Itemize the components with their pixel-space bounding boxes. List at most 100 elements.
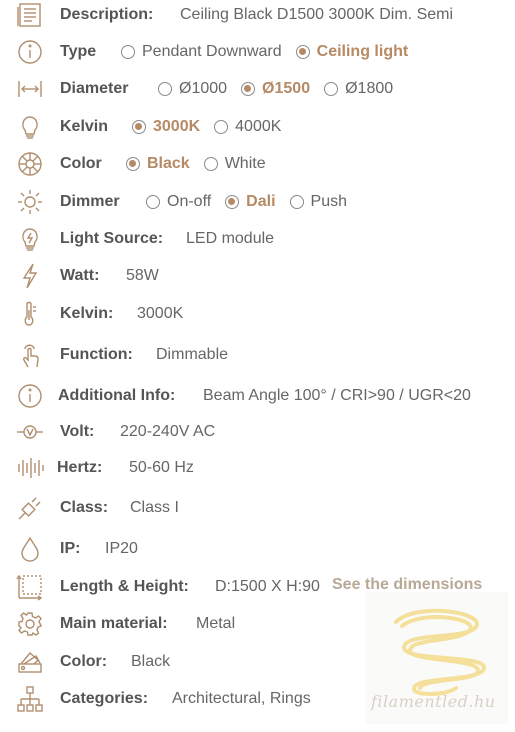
label-watt: Watt: — [60, 267, 100, 284]
option-4000k[interactable]: 4000K — [214, 118, 281, 136]
option-label: Ø1000 — [179, 80, 228, 97]
lightning-icon — [14, 261, 46, 291]
option-label: On-off — [167, 193, 212, 210]
type-options: Pendant Downward Ceiling light — [121, 43, 408, 61]
row-light-source: Light Source: LED module — [0, 224, 515, 254]
option-label: Black — [147, 155, 190, 172]
label-description: Description: — [60, 6, 154, 23]
radio-3000k[interactable] — [132, 120, 146, 134]
value-length-height: D:1500 X H:90 — [215, 578, 320, 595]
sitemap-icon — [14, 684, 46, 714]
option-black[interactable]: Black — [126, 155, 190, 173]
radio-d1500[interactable] — [241, 82, 256, 96]
row-color-options: Color Black White — [0, 149, 515, 179]
voltmeter-icon — [14, 417, 46, 447]
document-icon — [14, 0, 46, 30]
dimensions-icon — [14, 572, 46, 602]
label-additional-info: Additional Info: — [58, 387, 176, 404]
option-push[interactable]: Push — [289, 193, 347, 211]
option-dali[interactable]: Dali — [225, 193, 276, 211]
radio-ceiling-light[interactable] — [295, 45, 310, 59]
value-main-material: Metal — [196, 615, 236, 632]
label-dimmer: Dimmer — [60, 193, 120, 210]
radio-black[interactable] — [126, 157, 140, 171]
row-diameter: Diameter Ø1000 Ø1500 Ø1800 — [0, 74, 515, 104]
option-label: Ø1800 — [345, 80, 394, 97]
value-class: Class I — [130, 499, 179, 516]
value-volt: 220-240V AC — [120, 423, 216, 440]
option-ceiling-light[interactable]: Ceiling light — [295, 43, 408, 61]
color-options: Black White — [126, 155, 266, 173]
radio-d1800[interactable] — [324, 82, 339, 96]
label-color: Color: — [60, 653, 108, 670]
value-additional-info: Beam Angle 100° / CRI>90 / UGR<20 — [203, 387, 471, 404]
radio-white[interactable] — [203, 157, 218, 171]
option-label: Dali — [246, 193, 276, 210]
radio-push[interactable] — [289, 195, 304, 209]
row-volt: Volt: 220-240V AC — [0, 417, 515, 447]
label-main-material: Main material: — [60, 615, 168, 632]
label-light-source: Light Source: — [60, 230, 164, 247]
value-color: Black — [131, 653, 171, 670]
value-categories: Architectural, Rings — [172, 690, 311, 707]
info-circle-icon — [14, 381, 46, 411]
label-length-height: Length & Height: — [60, 578, 189, 595]
option-label: 3000K — [153, 118, 201, 135]
value-kelvin: 3000K — [137, 305, 184, 322]
option-label: Push — [310, 193, 347, 210]
dimmer-options: On-off Dali Push — [146, 193, 347, 211]
row-hertz: Hertz: 50-60 Hz — [0, 453, 515, 483]
kelvin-options: 3000K 4000K — [132, 118, 281, 136]
value-hertz: 50-60 Hz — [129, 459, 194, 476]
value-ip: IP20 — [105, 540, 138, 557]
watermark-text: filamentled.hu — [371, 692, 496, 711]
radio-4000k[interactable] — [214, 120, 229, 134]
row-watt: Watt: 58W — [0, 261, 515, 291]
label-kelvin: Kelvin: — [60, 305, 114, 322]
label-function: Function: — [60, 346, 133, 363]
option-label: 4000K — [235, 118, 282, 135]
option-label: White — [224, 155, 266, 172]
gear-icon — [14, 609, 46, 639]
label-kelvin-options: Kelvin — [60, 118, 109, 135]
label-type: Type — [60, 43, 97, 60]
bulb-icon — [14, 112, 46, 142]
option-pendant-downward[interactable]: Pendant Downward — [121, 43, 282, 61]
option-d1800[interactable]: Ø1800 — [324, 80, 393, 98]
info-icon — [14, 37, 46, 67]
row-description: Description: Ceiling Black D1500 3000K D… — [0, 0, 515, 30]
option-on-off[interactable]: On-off — [146, 193, 211, 211]
label-color-options: Color — [60, 155, 102, 172]
color-swatch-icon — [14, 647, 46, 677]
radio-on-off[interactable] — [146, 195, 160, 209]
bulb-bolt-icon — [14, 224, 46, 254]
label-diameter: Diameter — [60, 80, 129, 97]
label-class: Class: — [60, 499, 109, 516]
option-label: Ø1500 — [262, 80, 311, 97]
thermometer-icon — [14, 299, 46, 329]
option-d1000[interactable]: Ø1000 — [158, 80, 227, 98]
value-description: Ceiling Black D1500 3000K Dim. Semi — [180, 6, 454, 23]
value-function: Dimmable — [156, 346, 229, 363]
row-class: Class: Class I — [0, 493, 515, 523]
radio-pendant-downward[interactable] — [121, 45, 135, 59]
value-watt: 58W — [126, 267, 159, 284]
label-ip: IP: — [60, 540, 81, 557]
row-function: Function: Dimmable — [0, 340, 515, 370]
sun-icon — [14, 187, 46, 217]
option-white[interactable]: White — [203, 155, 266, 173]
diameter-options: Ø1000 Ø1500 Ø1800 — [158, 80, 393, 98]
row-additional-info: Additional Info: Beam Angle 100° / CRI>9… — [0, 381, 515, 411]
option-d1500[interactable]: Ø1500 — [241, 80, 310, 98]
color-wheel-icon — [14, 149, 46, 179]
frequency-icon — [14, 453, 46, 483]
label-categories: Categories: — [60, 690, 149, 707]
row-type: Type Pendant Downward Ceiling light — [0, 37, 515, 67]
row-kelvin: Kelvin: 3000K — [0, 299, 515, 329]
option-3000k[interactable]: 3000K — [132, 118, 200, 136]
radio-dali[interactable] — [225, 195, 240, 209]
radio-d1000[interactable] — [158, 82, 172, 96]
water-drop-icon — [14, 534, 46, 564]
hand-touch-icon — [14, 340, 46, 370]
value-light-source: LED module — [186, 230, 275, 247]
